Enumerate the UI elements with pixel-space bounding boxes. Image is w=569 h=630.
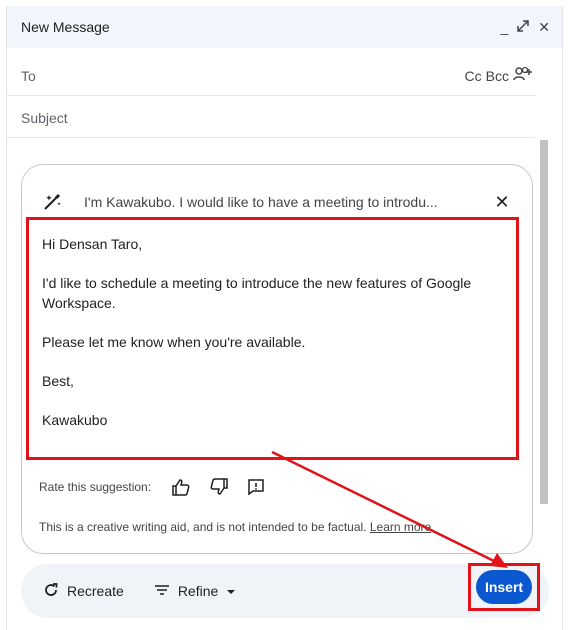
suggestion-closing: Best, — [42, 373, 74, 389]
cc-button[interactable]: Cc — [465, 68, 482, 84]
magic-pen-icon — [42, 192, 66, 212]
close-icon[interactable]: ✕ — [538, 19, 550, 36]
insert-button[interactable]: Insert — [476, 570, 532, 604]
rate-label: Rate this suggestion: — [39, 480, 152, 494]
chevron-down-icon — [226, 583, 236, 599]
prompt-text[interactable]: I'm Kawakubo. I would like to have a mee… — [84, 194, 492, 210]
refresh-icon — [43, 582, 59, 601]
subject-field[interactable]: Subject — [7, 98, 535, 138]
suggestion-greeting: Hi Densan Taro, — [42, 236, 143, 252]
to-label: To — [21, 67, 36, 84]
compose-title: New Message — [21, 19, 110, 35]
refine-lines-icon — [154, 583, 170, 600]
thumbs-down-icon[interactable] — [209, 478, 229, 496]
window-controls: _ ✕ — [500, 19, 550, 36]
scrollbar[interactable] — [540, 140, 548, 504]
learn-more-link[interactable]: Learn more — [370, 520, 431, 534]
recreate-label: Recreate — [67, 583, 124, 599]
subject-placeholder: Subject — [21, 109, 68, 126]
refine-dropdown[interactable]: Refine — [154, 583, 236, 600]
report-feedback-icon[interactable] — [247, 478, 265, 496]
bcc-button[interactable]: Bcc — [486, 68, 509, 84]
thumbs-up-icon[interactable] — [171, 478, 191, 496]
refine-label: Refine — [177, 583, 219, 599]
close-panel-icon[interactable]: ✕ — [492, 192, 512, 213]
suggestion-box: Hi Densan Taro, I'd like to schedule a m… — [26, 217, 519, 460]
help-me-write-panel: I'm Kawakubo. I would like to have a mee… — [21, 164, 533, 554]
suggestion-signature: Kawakubo — [42, 412, 108, 428]
compose-header: New Message _ ✕ — [7, 6, 562, 48]
suggestion-body: I'd like to schedule a meeting to introd… — [42, 275, 472, 311]
to-field[interactable]: To Cc Bcc — [7, 56, 535, 96]
recreate-button[interactable]: Recreate — [43, 582, 124, 601]
prompt-row: I'm Kawakubo. I would like to have a mee… — [42, 187, 512, 217]
add-recipients-icon[interactable] — [513, 66, 533, 85]
expand-icon[interactable] — [516, 19, 530, 36]
compose-window: New Message _ ✕ To Cc Bcc Subject I'm Ka… — [6, 6, 563, 630]
insert-highlight: Insert — [468, 563, 540, 611]
cc-bcc-group: Cc Bcc — [465, 66, 533, 85]
disclaimer-text: This is a creative writing aid, and is n… — [39, 520, 367, 534]
disclaimer: This is a creative writing aid, and is n… — [39, 520, 431, 534]
rate-row: Rate this suggestion: — [39, 478, 265, 496]
suggestion-request: Please let me know when you're available… — [42, 334, 306, 350]
minimize-icon[interactable]: _ — [500, 19, 508, 35]
